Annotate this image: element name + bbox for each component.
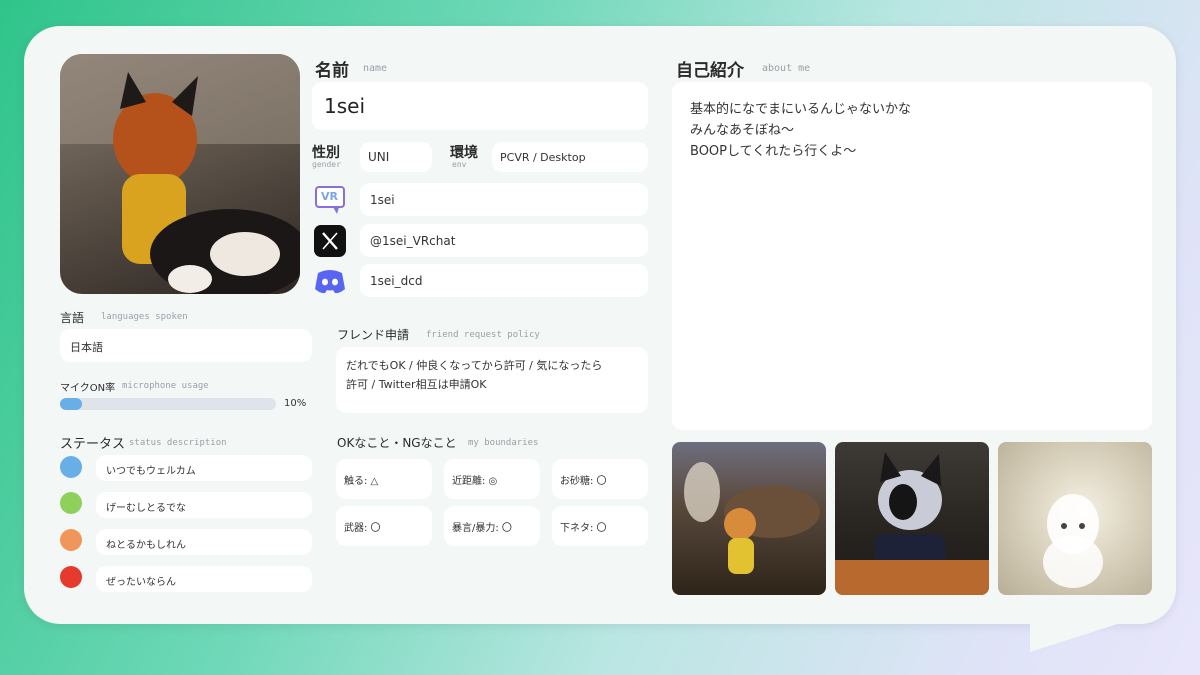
discord-field: 1sei_dcd xyxy=(360,264,648,297)
status-text: ねとるかもしれん xyxy=(106,540,186,551)
status-dot xyxy=(60,492,82,514)
avatar-illustration xyxy=(60,54,300,294)
gender-label-en: gender xyxy=(312,160,341,169)
status-text: げーむしとるでな xyxy=(106,503,186,514)
boundary-text: 近距離: ◎ xyxy=(452,476,498,487)
status-label-en: status description xyxy=(129,438,227,448)
about-label-en: about me xyxy=(762,63,811,74)
gallery-photo-2 xyxy=(835,442,989,595)
status-text: ぜったいならん xyxy=(106,577,176,588)
languages-label: 言語 xyxy=(60,311,85,325)
name-value: 1sei xyxy=(324,94,366,118)
mic-progress-track xyxy=(60,398,276,410)
languages-value: 日本語 xyxy=(70,341,103,354)
friend-policy-line1: だれでもOK / 仲良くなってから許可 / 気になったら xyxy=(346,359,603,372)
status-dot xyxy=(60,566,82,588)
friend-label: フレンド申請 xyxy=(337,328,410,342)
mic-percent: 10% xyxy=(284,398,307,409)
status-item: いつでもウェルカム xyxy=(96,455,312,481)
x-handle: @1sei_VRchat xyxy=(370,234,456,248)
boundary-item: 武器: 〇 xyxy=(336,506,432,546)
gender-label: 性別 xyxy=(312,145,340,161)
friend-policy-line2: 許可 / Twitter相互は申請OK xyxy=(346,378,487,391)
boundaries-label-en: my boundaries xyxy=(468,438,539,448)
name-field: 1sei xyxy=(312,82,648,130)
boundary-item: お砂糖: 〇 xyxy=(552,459,648,499)
boundary-text: 触る: △ xyxy=(344,476,379,487)
friend-label-en: friend request policy xyxy=(426,330,540,340)
env-label-en: env xyxy=(452,160,467,169)
boundary-text: お砂糖: 〇 xyxy=(560,476,607,487)
boundary-item: 暴言/暴力: 〇 xyxy=(444,506,540,546)
boundary-text: 武器: 〇 xyxy=(344,523,381,534)
vrchat-handle: 1sei xyxy=(370,193,395,207)
env-label: 環境 xyxy=(450,145,478,161)
name-label: 名前 xyxy=(315,61,349,81)
gallery-photo-3 xyxy=(998,442,1152,595)
gender-field: UNI xyxy=(360,142,432,172)
discord-icon xyxy=(313,265,347,297)
vrchat-field: 1sei xyxy=(360,183,648,216)
about-line2: みんなあそぼね～ xyxy=(690,123,795,138)
mic-label-en: microphone usage xyxy=(122,381,209,391)
x-icon xyxy=(314,225,346,257)
gallery-photo-1 xyxy=(672,442,826,595)
status-item: げーむしとるでな xyxy=(96,492,312,518)
gender-value: UNI xyxy=(368,150,390,164)
about-line1: 基本的になでまにいるんじゃないかな xyxy=(690,102,912,117)
discord-handle: 1sei_dcd xyxy=(370,274,423,288)
status-label: ステータス xyxy=(60,437,126,452)
languages-field: 日本語 xyxy=(60,329,312,362)
speech-tail xyxy=(1030,620,1130,652)
about-label: 自己紹介 xyxy=(676,61,744,81)
boundary-item: 下ネタ: 〇 xyxy=(552,506,648,546)
avatar-photo xyxy=(60,54,300,294)
about-line3: BOOPしてくれたら行くよ～ xyxy=(690,144,857,159)
languages-label-en: languages spoken xyxy=(101,312,188,322)
friend-policy-box: だれでもOK / 仲良くなってから許可 / 気になったら 許可 / Twitte… xyxy=(336,347,648,413)
status-item: ねとるかもしれん xyxy=(96,529,312,555)
status-dot xyxy=(60,529,82,551)
x-field: @1sei_VRchat xyxy=(360,224,648,257)
about-box: 基本的になでまにいるんじゃないかな みんなあそぼね～ BOOPしてくれたら行くよ… xyxy=(672,82,1152,430)
env-value: PCVR / Desktop xyxy=(500,151,586,164)
name-label-en: name xyxy=(363,63,388,74)
boundary-text: 下ネタ: 〇 xyxy=(560,523,607,534)
mic-label: マイクON率 xyxy=(60,383,116,394)
boundary-text: 暴言/暴力: 〇 xyxy=(452,523,512,534)
mic-progress-fill xyxy=(60,398,82,410)
boundary-item: 近距離: ◎ xyxy=(444,459,540,499)
status-item: ぜったいならん xyxy=(96,566,312,592)
env-field: PCVR / Desktop xyxy=(492,142,648,172)
vrchat-icon-text: VR xyxy=(321,190,338,203)
status-dot xyxy=(60,456,82,478)
boundaries-label: OKなこと・NGなこと xyxy=(337,436,457,450)
vrchat-icon: VR xyxy=(313,183,347,217)
boundary-item: 触る: △ xyxy=(336,459,432,499)
status-text: いつでもウェルカム xyxy=(106,466,196,477)
